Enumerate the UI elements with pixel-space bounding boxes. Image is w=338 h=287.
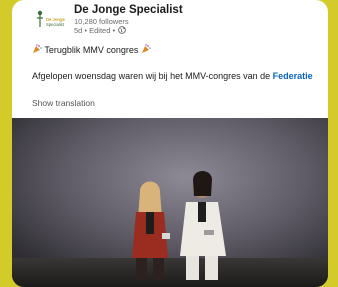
post-body-text: Afgelopen woensdag waren wij bij het MMV… [32, 71, 273, 81]
post-image[interactable] [12, 118, 328, 287]
post-card: De Jonge Specialist De Jonge Specialist … [12, 0, 328, 287]
show-translation-button[interactable]: Show translation [32, 98, 95, 108]
organization-info: De Jonge Specialist 10,280 followers 5d … [74, 4, 183, 36]
post-header: De Jonge Specialist De Jonge Specialist … [34, 4, 324, 40]
post-title: Terugblik MMV congres [32, 44, 151, 56]
party-popper-icon [32, 44, 42, 56]
post-meta: 5d • Edited • [74, 26, 183, 36]
svg-text:Specialist: Specialist [46, 22, 65, 27]
post-body: Afgelopen woensdag waren wij bij het MMV… [32, 71, 313, 81]
federatie-link[interactable]: Federatie [273, 71, 313, 81]
post-time-edited: 5d • Edited • [74, 26, 116, 35]
party-popper-icon [141, 44, 151, 56]
globe-icon [118, 26, 126, 36]
organization-logo[interactable]: De Jonge Specialist [34, 6, 68, 38]
follower-count: 10,280 followers [74, 17, 129, 26]
post-title-text: Terugblik MMV congres [44, 45, 139, 55]
organization-name[interactable]: De Jonge Specialist [74, 4, 183, 17]
